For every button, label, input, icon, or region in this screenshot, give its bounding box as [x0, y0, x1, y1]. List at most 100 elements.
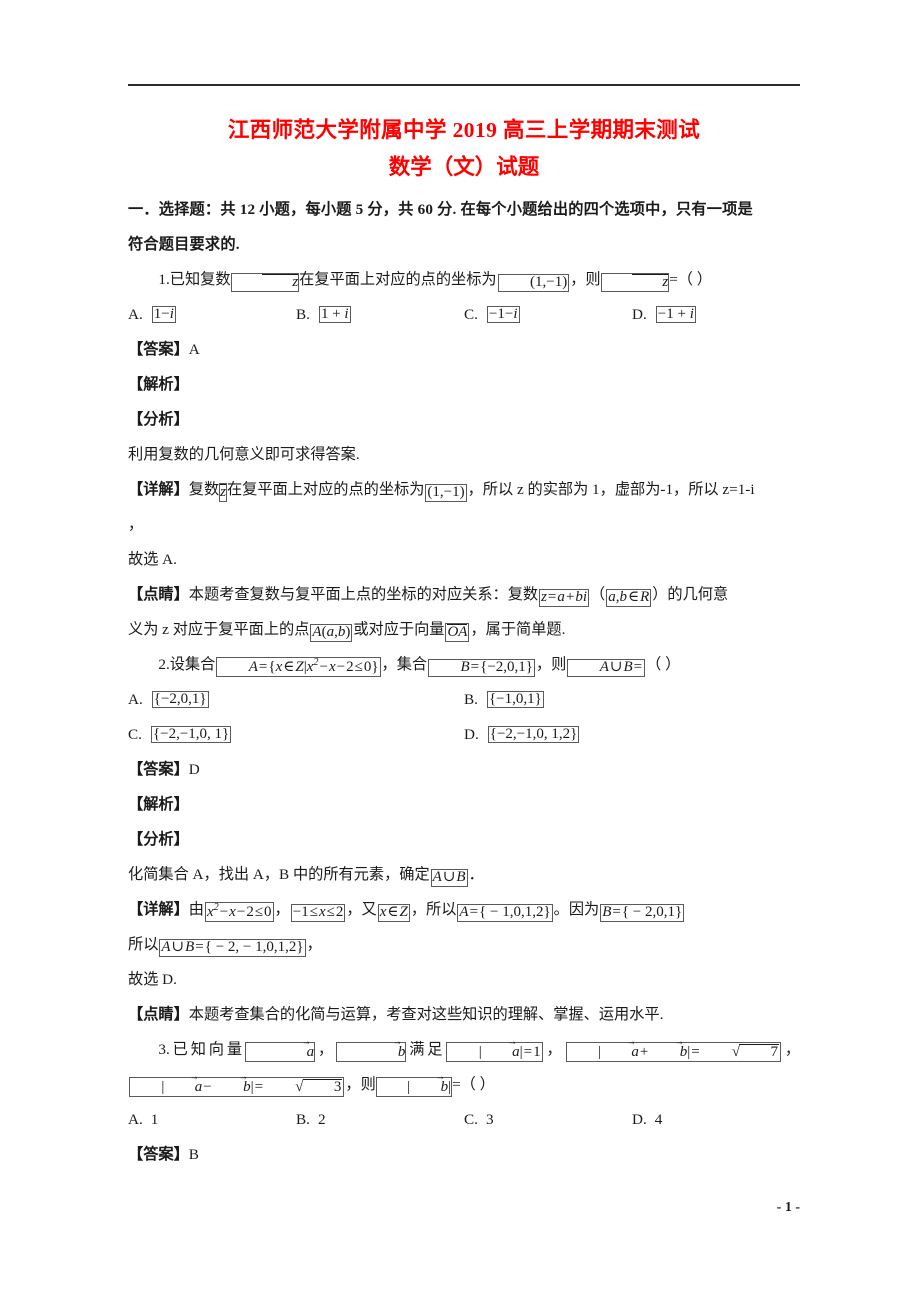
- q2-set-B-equation: B={−2,0,1}: [428, 659, 535, 677]
- q2-detail-equation-5: B={ − 2,0,1}: [600, 904, 685, 922]
- q1-detail-tag: 【详解】: [128, 481, 189, 498]
- q1-insight-line2: 义为 z 对应于复平面上的点 A(a,b) 或对应于向量 OA ，属于简单题.: [128, 612, 800, 647]
- q1-detail-coord-equation: (1,−1): [425, 484, 467, 502]
- q2-option-a[interactable]: A. {−2,0,1}: [128, 682, 464, 717]
- q2-analysis-part1: 化简集合 A，找出 A，B 中的所有元素，确定: [128, 866, 430, 883]
- q3-vector-b: b: [336, 1042, 407, 1062]
- q1-insight-tag: 【点睛】: [128, 586, 189, 603]
- q1-analysis-text: 利用复数的几何意义即可求得答案.: [128, 446, 360, 463]
- q1-insight-line2-part3: ，属于简单题.: [470, 621, 566, 638]
- q2-option-d-label: D.: [464, 726, 479, 743]
- q2-analysis-label-tag: 【分析】: [128, 831, 189, 848]
- q2-option-a-label: A.: [128, 691, 143, 708]
- q1-stem-part2: 在复平面上对应的点的坐标为: [299, 271, 497, 288]
- q1-detail-line1: 【详解】复数z在复平面上对应的点的坐标为 (1,−1) ，所以 z 的实部为 1，虚…: [128, 472, 800, 507]
- q1-option-b-label: B.: [296, 306, 310, 323]
- question-1-options: A. 1−i B. 1 + i C. −1−i D. −1 + i: [128, 297, 800, 332]
- q1-insight-line2-part2: 或对应于向量: [353, 621, 445, 638]
- q2-answer-tag: 【答案】: [128, 761, 189, 778]
- q2-union-equation: A∪B=: [567, 659, 646, 677]
- section-heading-line2: 符合题目要求的.: [128, 236, 240, 253]
- q2-analysis-union-equation: A∪B: [430, 869, 468, 887]
- q3-stem-part6: ，则: [345, 1076, 376, 1093]
- q2-detail-equation-1: x2−x−2≤0: [204, 902, 274, 922]
- q2-detail-equation-6: A∪B={ − 2, − 1,0,1,2}: [159, 939, 306, 957]
- q2-detail-equation-2: −1≤x≤2: [290, 904, 346, 922]
- q1-stem-part4: =（ ）: [669, 271, 712, 288]
- question-2-options-row2: C. {−2,−1,0, 1} D. {−2,−1,0, 1,2}: [128, 717, 800, 752]
- q1-option-d[interactable]: D. −1 + i: [632, 297, 800, 332]
- q1-option-d-label: D.: [632, 306, 647, 323]
- page-content: 江西师范大学附属中学 2019 高三上学期期末测试 数学（文）试题 一．选择题：…: [128, 112, 800, 1172]
- q1-option-a[interactable]: A. 1−i: [128, 297, 296, 332]
- q3-option-d-value: 4: [654, 1111, 663, 1128]
- question-1-stem: 1.已知复数 z在复平面上对应的点的坐标为 (1,−1) ，则 z=（ ）: [128, 262, 800, 297]
- q2-conclusion: 故选 D.: [128, 971, 177, 988]
- q2-option-c-equation: {−2,−1,0, 1}: [150, 725, 232, 744]
- exam-page: 江西师范大学附属中学 2019 高三上学期期末测试 数学（文）试题 一．选择题：…: [0, 0, 920, 1302]
- q3-equation-1: |a|=1: [446, 1042, 543, 1062]
- q1-option-c-equation: −1−i: [486, 305, 520, 324]
- q1-insight-line2-part1: 义为 z 对应于复平面上的点: [128, 621, 310, 638]
- q1-var-z-conj-ask: z: [600, 273, 670, 292]
- q3-option-c[interactable]: C. 3: [464, 1102, 632, 1137]
- q2-stem-part3: ，则: [535, 656, 567, 673]
- q1-number: 1.: [158, 271, 170, 288]
- q1-option-a-label: A.: [128, 306, 143, 323]
- q1-insight-equation-1: z=a+bi: [539, 589, 590, 607]
- q2-analysis-text: 化简集合 A，找出 A，B 中的所有元素，确定 A∪B ．: [128, 857, 800, 892]
- q1-option-a-equation: 1−i: [151, 305, 176, 324]
- q2-stem-part2: ，集合: [381, 656, 428, 673]
- q3-option-b-value: 2: [317, 1111, 326, 1128]
- q1-detail-line2: ，: [128, 516, 144, 533]
- question-3-stem: 3.已知向量a，b满足|a|=1，|a+b|=√7，|a−b|=√3，则|b|=…: [128, 1032, 800, 1102]
- q2-option-a-equation: {−2,0,1}: [151, 690, 209, 709]
- q2-set-A-equation: A={x∈Z|x2−x−2≤0}: [216, 657, 381, 677]
- q1-answer-tag: 【答案】: [128, 341, 189, 358]
- question-2-options-row1: A. {−2,0,1} B. {−1,0,1}: [128, 682, 800, 717]
- q2-option-b[interactable]: B. {−1,0,1}: [464, 682, 800, 717]
- q2-answer-line: 【答案】D: [128, 752, 800, 787]
- q2-option-d[interactable]: D. {−2,−1,0, 1,2}: [464, 717, 800, 752]
- q2-detail-line2-part2: ，: [306, 936, 322, 953]
- q2-stem-part4: （ ）: [646, 656, 681, 673]
- q3-stem-part5: ，: [781, 1041, 801, 1058]
- q2-insight-text: 本题考查集合的化简与运算，考查对这些知识的理解、掌握、运用水平.: [188, 1006, 664, 1023]
- q2-option-d-equation: {−2,−1,0, 1,2}: [487, 725, 580, 744]
- q1-option-c-label: C.: [464, 306, 478, 323]
- q2-detail-part4: ，所以: [410, 901, 457, 918]
- q3-stem-part4: ，: [543, 1041, 565, 1058]
- q1-option-b-equation: 1 + i: [318, 305, 351, 324]
- q3-option-a[interactable]: A. 1: [128, 1102, 296, 1137]
- q1-detail-var-z: z: [219, 483, 227, 502]
- q1-insight-equation-4-vector-OA: OA: [445, 623, 470, 642]
- q1-option-b[interactable]: B. 1 + i: [296, 297, 464, 332]
- q2-option-c-label: C.: [128, 726, 142, 743]
- header-divider-line: [128, 84, 800, 86]
- q2-detail-line2: 所以 A∪B={ − 2, − 1,0,1,2}，: [128, 927, 800, 962]
- q3-vector-a: a: [244, 1042, 316, 1062]
- q2-option-c[interactable]: C. {−2,−1,0, 1}: [128, 717, 464, 752]
- q1-option-d-equation: −1 + i: [655, 305, 696, 324]
- q2-insight-tag: 【点睛】: [128, 1006, 189, 1023]
- q1-stem-part1: 已知复数: [169, 271, 231, 288]
- q1-stem-part3: ，则: [570, 271, 601, 288]
- q1-detail-part3: ，所以 z 的实部为 1，虚部为-1，所以 z=1-i: [467, 481, 755, 498]
- q1-answer-value: A: [188, 341, 200, 358]
- q2-analysis-head-tag: 【解析】: [128, 796, 189, 813]
- q1-analysis-head: 【解析】: [128, 367, 800, 402]
- q3-answer-value: B: [188, 1146, 199, 1163]
- q2-detail-equation-3: x∈Z: [377, 904, 410, 922]
- q1-coord-equation: (1,−1): [497, 274, 570, 292]
- q1-insight-part1: 本题考查复数与复平面上点的坐标的对应关系：复数: [188, 586, 539, 603]
- q3-option-c-label: C.: [464, 1111, 478, 1128]
- title-block: 江西师范大学附属中学 2019 高三上学期期末测试 数学（文）试题: [128, 112, 800, 186]
- q1-insight-part3: ）的几何意: [652, 586, 729, 603]
- q3-option-d[interactable]: D. 4: [632, 1102, 800, 1137]
- q3-option-b[interactable]: B. 2: [296, 1102, 464, 1137]
- q1-option-c[interactable]: C. −1−i: [464, 297, 632, 332]
- q1-var-z-conj-inline: z: [230, 273, 300, 292]
- q2-option-b-label: B.: [464, 691, 478, 708]
- q3-equation-4: |b|: [375, 1077, 453, 1097]
- q2-insight-line: 【点睛】本题考查集合的化简与运算，考查对这些知识的理解、掌握、运用水平.: [128, 997, 800, 1032]
